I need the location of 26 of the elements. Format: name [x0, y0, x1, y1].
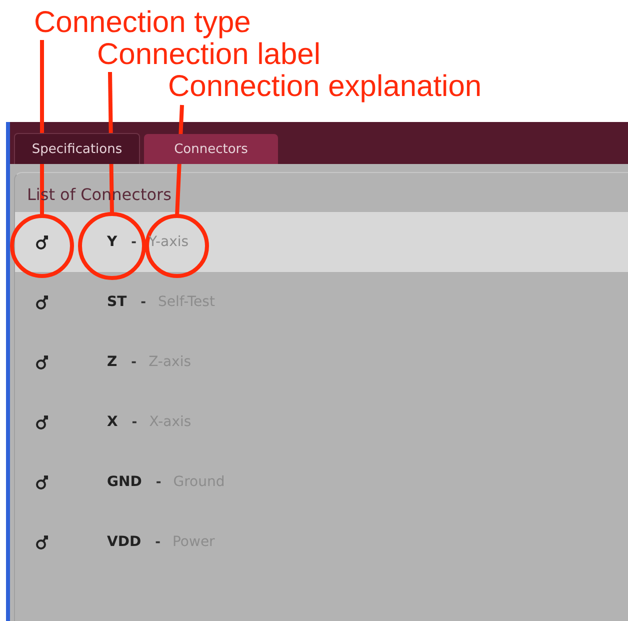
callout-circle	[78, 212, 146, 280]
connector-label: ST	[107, 294, 127, 310]
separator-dash: -	[156, 474, 162, 490]
annotation-label: Connection label	[97, 40, 320, 70]
connector-label: Y	[107, 234, 118, 250]
callout-circle	[10, 214, 74, 278]
connector-icon	[35, 234, 49, 250]
separator-dash: -	[132, 414, 138, 430]
connector-label: VDD	[107, 534, 142, 550]
separator-dash: -	[131, 234, 137, 250]
connector-icon	[35, 414, 49, 430]
separator-dash: -	[155, 534, 160, 550]
connector-icon	[35, 294, 49, 310]
separator-dash: -	[131, 354, 137, 370]
connector-label: X	[107, 414, 118, 430]
callout-circle	[145, 214, 209, 278]
separator-dash: -	[140, 294, 146, 310]
connector-icon	[35, 354, 49, 370]
tab[interactable]: Specifications	[14, 133, 140, 164]
connector-icon	[35, 534, 49, 550]
annotation-label: Connection explanation	[168, 72, 482, 102]
connector-label: GND	[107, 474, 142, 490]
tab[interactable]: Connectors	[144, 134, 278, 164]
connector-label: Z	[107, 354, 118, 370]
annotation-label: Connection type	[34, 8, 251, 38]
connector-icon	[35, 474, 49, 490]
